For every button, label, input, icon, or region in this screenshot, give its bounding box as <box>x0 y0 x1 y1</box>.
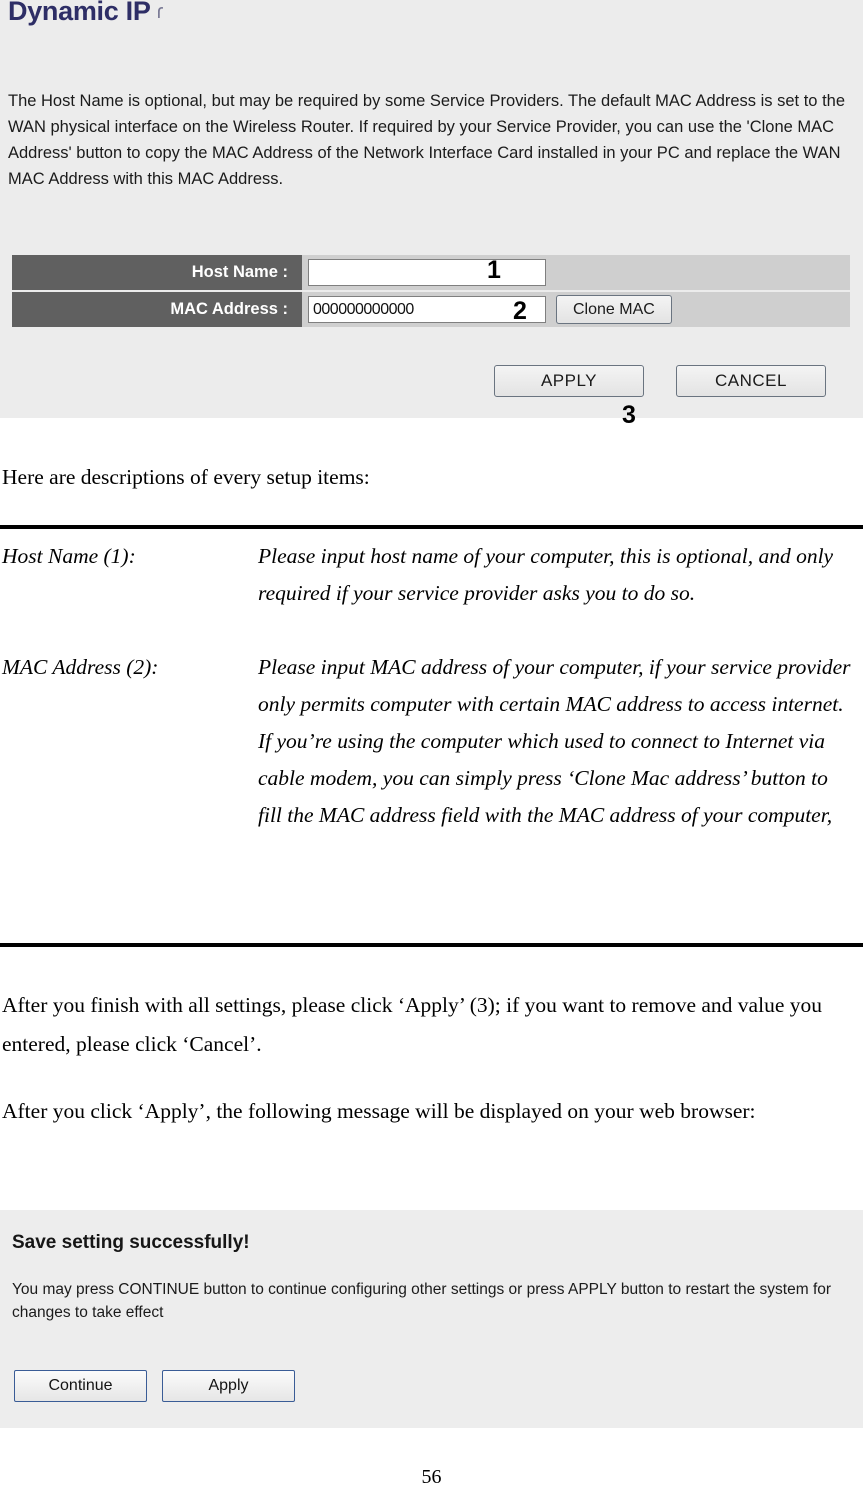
paragraph-following-message: After you click ‘Apply’, the following m… <box>2 1099 756 1123</box>
paragraph-apply-cancel: After you finish with all settings, plea… <box>2 993 822 1056</box>
host-name-input[interactable] <box>308 259 546 286</box>
screenshot-action-bar: APPLY CANCEL <box>494 365 826 397</box>
host-name-field-cell <box>302 255 850 290</box>
table-rule-top <box>0 525 863 529</box>
host-name-label: Host Name : <box>12 255 302 290</box>
description-text-mac-address: Please input MAC address of your compute… <box>258 655 851 827</box>
mac-address-input[interactable]: 000000000000 <box>308 296 546 323</box>
page-number: 56 <box>421 1466 442 1488</box>
continue-button[interactable]: Continue <box>14 1370 147 1402</box>
decorative-glyph-icon: ɾ <box>156 1 164 23</box>
mac-address-label: MAC Address : <box>12 292 302 327</box>
table-row-host-name: Host Name : <box>12 255 850 290</box>
save-setting-screenshot: Save setting successfully! You may press… <box>0 1210 863 1428</box>
setup-items-description-table: Host Name (1): Please input host name of… <box>0 538 863 834</box>
description-term-mac-address: MAC Address (2): <box>2 655 159 679</box>
callout-marker-3: 3 <box>622 401 636 429</box>
description-row-mac-address: MAC Address (2): Please input MAC addres… <box>0 649 863 834</box>
save-dialog-action-bar: Continue Apply <box>14 1370 295 1402</box>
description-row-host-name: Host Name (1): Please input host name of… <box>0 538 863 612</box>
screenshot-page-title: Dynamic IP ɾ <box>8 0 163 27</box>
router-config-screenshot: Dynamic IP ɾ The Host Name is optional, b… <box>0 0 863 418</box>
save-apply-button[interactable]: Apply <box>162 1370 295 1402</box>
cancel-button[interactable]: CANCEL <box>676 365 826 397</box>
save-success-heading: Save setting successfully! <box>12 1232 250 1253</box>
description-text-host-name: Please input host name of your computer,… <box>258 544 834 605</box>
clone-mac-button[interactable]: Clone MAC <box>556 295 672 324</box>
table-row-mac-address: MAC Address : 000000000000 Clone MAC <box>12 292 850 327</box>
save-success-message: You may press CONTINUE button to continu… <box>12 1281 832 1321</box>
apply-button[interactable]: APPLY <box>494 365 644 397</box>
callout-marker-1: 1 <box>487 256 501 284</box>
screenshot-description: The Host Name is optional, but may be re… <box>8 92 846 188</box>
table-rule-bottom <box>0 943 863 947</box>
callout-marker-2: 2 <box>513 297 527 325</box>
intro-sentence: Here are descriptions of every setup ite… <box>2 465 370 489</box>
description-term-host-name: Host Name (1): <box>2 544 136 568</box>
page-title-text: Dynamic IP <box>8 0 151 26</box>
settings-table: Host Name : MAC Address : 000000000000 C… <box>12 255 850 329</box>
mac-address-field-cell: 000000000000 Clone MAC <box>302 292 850 327</box>
